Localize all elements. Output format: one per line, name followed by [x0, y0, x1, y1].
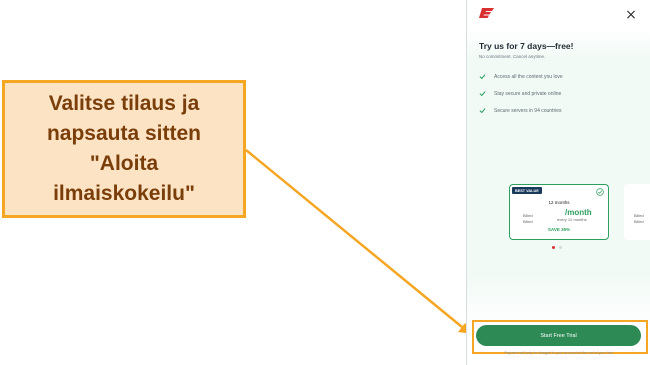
callout-line-2: napsauta sitten [46, 122, 202, 145]
close-icon[interactable]: × [624, 7, 638, 23]
plan-card-12-months[interactable]: BEST VALUE 12 months /month Billed every… [509, 184, 609, 240]
plan-billed: Billed [634, 219, 644, 224]
callout-line-3: "Aloita [89, 152, 159, 175]
carousel-indicator [552, 246, 562, 249]
plan-billing-period: every 12 months [557, 217, 587, 222]
plan-card-next[interactable]: Billed Billed [624, 184, 650, 240]
plan-billed: Billed [634, 213, 644, 218]
page-title: Try us for 7 days—free! [479, 41, 574, 51]
carousel-dot[interactable] [559, 246, 562, 249]
page-subtitle: No commitment. Cancel anytime. [479, 54, 546, 59]
check-icon [479, 91, 486, 97]
feature-item: Stay secure and private online [479, 85, 563, 102]
plan-savings: SAVE 35% [547, 227, 571, 232]
plan-billed: Billed [523, 213, 533, 218]
start-free-trial-button[interactable]: Start Free Trial [476, 325, 641, 346]
feature-item: Secure servers in 94 countries [479, 102, 563, 119]
callout-line-4: ilmaiskokeilu" [53, 182, 195, 205]
plan-billed: Billed [523, 219, 533, 224]
feature-list: Access all the content you love Stay sec… [479, 68, 563, 119]
trial-fineprint: Payment will only be charged to your acc… [504, 351, 613, 355]
feature-label: Access all the content you love [494, 73, 563, 80]
expressvpn-logo [479, 8, 494, 18]
feature-label: Stay secure and private online [494, 90, 562, 97]
plan-price: /month [565, 208, 592, 217]
app-panel: × Try us for 7 days—free! No commitment.… [466, 0, 650, 365]
plan-months: 12 months [548, 200, 570, 205]
feature-label: Secure servers in 94 countries [494, 107, 562, 114]
selected-check-icon [596, 188, 604, 196]
check-icon [479, 74, 486, 80]
carousel-dot-active[interactable] [552, 246, 555, 249]
feature-item: Access all the content you love [479, 68, 563, 85]
callout-line-1: Valitse tilaus ja [48, 92, 200, 115]
best-value-badge: BEST VALUE [512, 187, 542, 194]
check-icon [479, 108, 486, 114]
instruction-callout: Valitse tilaus ja napsauta sitten "Aloit… [2, 80, 246, 218]
